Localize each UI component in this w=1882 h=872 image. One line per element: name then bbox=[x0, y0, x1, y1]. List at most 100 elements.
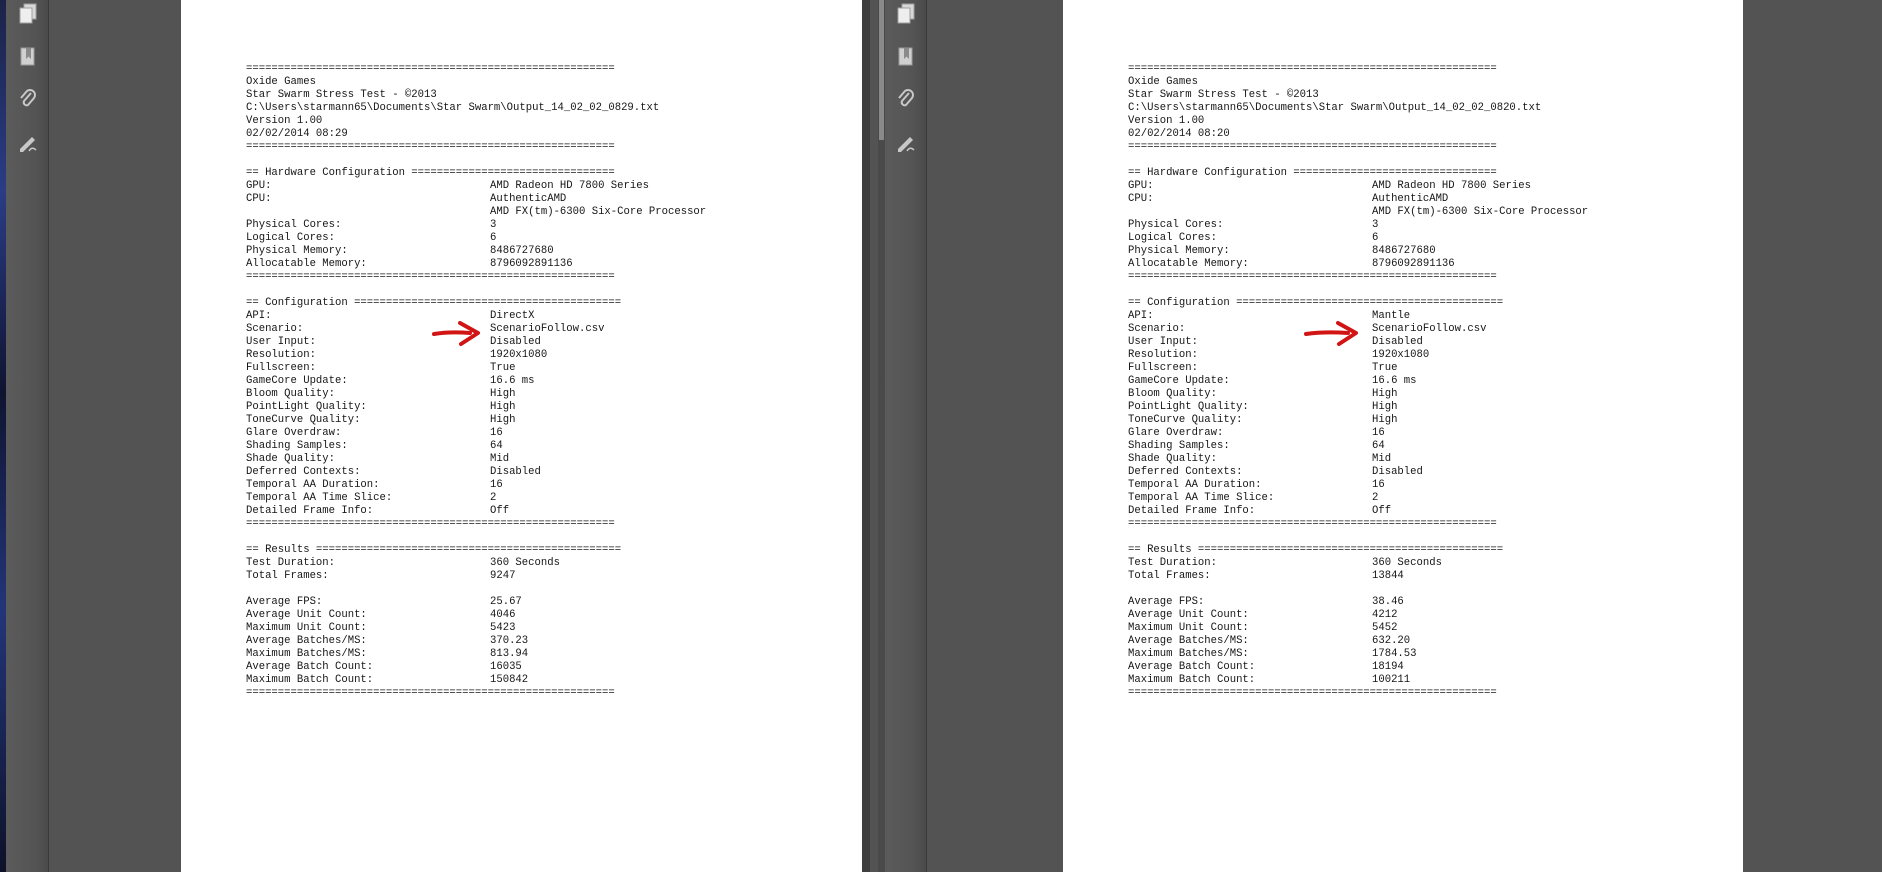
configuration-section-title: == Configuration =======================… bbox=[1128, 297, 1504, 309]
attachment-icon[interactable] bbox=[895, 88, 917, 110]
field-value: High bbox=[490, 414, 516, 426]
field-value: 2 bbox=[1372, 492, 1379, 504]
field-label: Logical Cores: bbox=[246, 232, 336, 244]
field-label: Average Batches/MS: bbox=[246, 635, 367, 647]
field-label: Shade Quality: bbox=[246, 453, 336, 465]
field-value: 6 bbox=[490, 232, 497, 244]
results-row: Average FPS: 25.67 bbox=[246, 596, 706, 609]
field-value: 632.20 bbox=[1372, 635, 1411, 647]
right-document-page[interactable]: ========================================… bbox=[1063, 0, 1743, 872]
field-value: 4046 bbox=[490, 609, 516, 621]
field-value: 360 Seconds bbox=[490, 557, 560, 569]
results-row: Maximum Batches/MS: 813.94 bbox=[246, 648, 706, 661]
results-row: Maximum Batches/MS: 1784.53 bbox=[1128, 648, 1588, 661]
field-value: Mid bbox=[1372, 453, 1392, 465]
field-label: Physical Cores: bbox=[1128, 219, 1224, 231]
hardware-row: Physical Memory: 8486727680 bbox=[246, 245, 706, 258]
signature-icon[interactable] bbox=[895, 132, 917, 154]
pages-icon[interactable] bbox=[17, 2, 39, 24]
field-value: ScenarioFollow.csv bbox=[490, 323, 605, 335]
field-value: True bbox=[490, 362, 516, 374]
field-value: High bbox=[1372, 388, 1398, 400]
separator-line: ========================================… bbox=[1128, 687, 1497, 699]
field-label: Maximum Unit Count: bbox=[246, 622, 367, 634]
results-row: Maximum Batch Count: 150842 bbox=[246, 674, 706, 687]
field-value: Off bbox=[490, 505, 510, 517]
configuration-row: Glare Overdraw: 16 bbox=[246, 427, 706, 440]
hardware-section-title: == Hardware Configuration ==============… bbox=[246, 167, 615, 179]
bookmark-icon[interactable] bbox=[895, 46, 917, 68]
configuration-row: Temporal AA Duration: 16 bbox=[246, 479, 706, 492]
pages-icon[interactable] bbox=[895, 2, 917, 24]
field-value: 6 bbox=[1372, 232, 1379, 244]
configuration-row: ToneCurve Quality: High bbox=[1128, 414, 1588, 427]
results-row: Average FPS: 38.46 bbox=[1128, 596, 1588, 609]
hardware-row: Physical Cores: 3 bbox=[1128, 219, 1588, 232]
field-label: Average FPS: bbox=[1128, 596, 1205, 608]
field-value: 16 bbox=[1372, 427, 1385, 439]
field-value: 38.46 bbox=[1372, 596, 1404, 608]
benchmark-report-text: ========================================… bbox=[246, 63, 706, 700]
configuration-row: PointLight Quality: High bbox=[246, 401, 706, 414]
report-header-line: Version 1.00 bbox=[1128, 115, 1205, 127]
field-value: 1920x1080 bbox=[490, 349, 548, 361]
field-label: Resolution: bbox=[246, 349, 316, 361]
field-label: Shading Samples: bbox=[1128, 440, 1230, 452]
report-header-line: Version 1.00 bbox=[246, 115, 323, 127]
field-label: Fullscreen: bbox=[1128, 362, 1198, 374]
field-label: Total Frames: bbox=[1128, 570, 1211, 582]
field-label: GPU: bbox=[246, 180, 272, 192]
separator-line: ========================================… bbox=[246, 687, 615, 699]
field-label: Logical Cores: bbox=[1128, 232, 1218, 244]
field-value: AMD FX(tm)-6300 Six-Core Processor bbox=[490, 206, 707, 218]
field-label: Average Batches/MS: bbox=[1128, 635, 1249, 647]
scrollbar-thumb[interactable] bbox=[879, 0, 884, 140]
hardware-row: Physical Memory: 8486727680 bbox=[1128, 245, 1588, 258]
hardware-row: GPU: AMD Radeon HD 7800 Series bbox=[246, 180, 706, 193]
field-label: ToneCurve Quality: bbox=[246, 414, 361, 426]
field-value: 813.94 bbox=[490, 648, 529, 660]
separator-line: ========================================… bbox=[246, 141, 615, 153]
field-value: 3 bbox=[490, 219, 497, 231]
right-pane-scrollbar[interactable] bbox=[878, 0, 885, 872]
field-value: 13844 bbox=[1372, 570, 1404, 582]
hardware-row: AMD FX(tm)-6300 Six-Core Processor bbox=[246, 206, 706, 219]
field-label: Average FPS: bbox=[246, 596, 323, 608]
pane-splitter[interactable] bbox=[862, 0, 870, 872]
field-label: Average Unit Count: bbox=[1128, 609, 1249, 621]
signature-icon[interactable] bbox=[17, 132, 39, 154]
field-value: 2 bbox=[490, 492, 497, 504]
configuration-row: PointLight Quality: High bbox=[1128, 401, 1588, 414]
field-label: Average Batch Count: bbox=[246, 661, 374, 673]
right-navigation-toolbar bbox=[884, 0, 927, 872]
field-value: 64 bbox=[1372, 440, 1385, 452]
attachment-icon[interactable] bbox=[17, 88, 39, 110]
field-label: Glare Overdraw: bbox=[246, 427, 342, 439]
field-label: CPU: bbox=[246, 193, 272, 205]
configuration-row: Detailed Frame Info: Off bbox=[1128, 505, 1588, 518]
report-header-line: Star Swarm Stress Test - ©2013 bbox=[1128, 89, 1319, 101]
hardware-row: Physical Cores: 3 bbox=[246, 219, 706, 232]
field-label: Average Batch Count: bbox=[1128, 661, 1256, 673]
configuration-row: Deferred Contexts: Disabled bbox=[246, 466, 706, 479]
field-value: 5423 bbox=[490, 622, 516, 634]
field-value: 64 bbox=[490, 440, 503, 452]
hardware-row: Logical Cores: 6 bbox=[1128, 232, 1588, 245]
field-value: 150842 bbox=[490, 674, 529, 686]
results-row: Maximum Batch Count: 100211 bbox=[1128, 674, 1588, 687]
field-value: 16.6 ms bbox=[490, 375, 535, 387]
configuration-row: Resolution: 1920x1080 bbox=[1128, 349, 1588, 362]
results-row: Test Duration: 360 Seconds bbox=[246, 557, 706, 570]
configuration-row: ToneCurve Quality: High bbox=[246, 414, 706, 427]
left-document-page[interactable]: ========================================… bbox=[181, 0, 862, 872]
field-label: Temporal AA Duration: bbox=[1128, 479, 1262, 491]
field-value: 16035 bbox=[490, 661, 522, 673]
configuration-row: Shading Samples: 64 bbox=[1128, 440, 1588, 453]
field-value: High bbox=[1372, 414, 1398, 426]
field-label: GameCore Update: bbox=[246, 375, 348, 387]
bookmark-icon[interactable] bbox=[17, 46, 39, 68]
results-row: Total Frames: 9247 bbox=[246, 570, 706, 583]
